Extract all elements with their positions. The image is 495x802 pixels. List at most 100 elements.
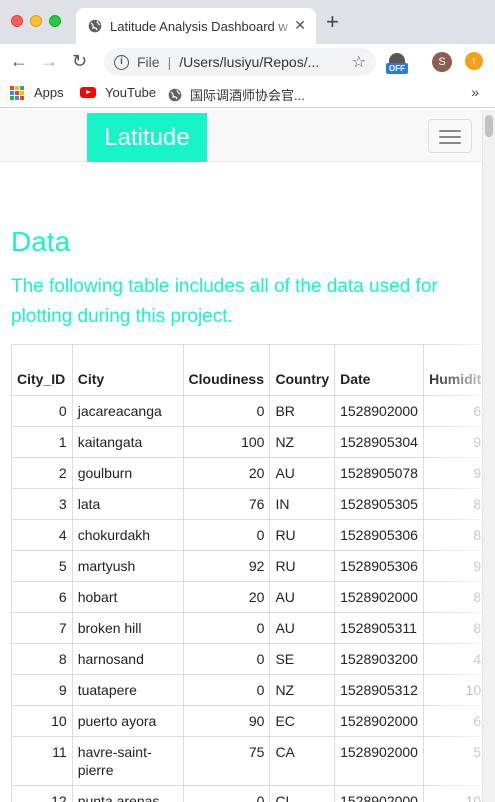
cell-date: 1528905306: [334, 550, 425, 582]
cell-country: SE: [269, 643, 336, 675]
site-navbar: Latitude: [0, 110, 482, 162]
youtube-icon: [80, 87, 96, 98]
back-arrow-icon[interactable]: ←: [10, 51, 28, 71]
table-row: 12 punta arenas 0 CL 1528902000 100: [11, 785, 495, 802]
cell-city: goulburn: [71, 457, 184, 489]
cell-city-id: 10: [11, 705, 73, 737]
table-row: 8harnosand0SE152890320044: [11, 643, 495, 675]
globe-icon: [168, 88, 182, 101]
address-scheme: File: [137, 54, 160, 70]
vertical-scrollbar[interactable]: [482, 110, 495, 802]
maximize-window-button[interactable]: [49, 15, 61, 27]
address-bar[interactable]: i File | /Users/lusiyu/Repos/... ☆: [104, 48, 376, 76]
close-tab-icon[interactable]: ✕: [294, 17, 306, 34]
hamburger-bar: [439, 136, 461, 138]
cell-city-id: 3: [11, 488, 73, 520]
cell-date: 1528905312: [334, 674, 425, 706]
bookmark-apps[interactable]: Apps: [10, 85, 64, 100]
cell-date: 1528903200: [334, 643, 425, 675]
bookmarks-overflow-icon[interactable]: »: [471, 84, 479, 100]
forward-arrow-icon[interactable]: →: [40, 51, 58, 71]
brand-logo[interactable]: Latitude: [87, 113, 207, 162]
data-table: City_ID City Cloudiness Country Date Hum…: [11, 344, 495, 802]
cell-date: 1528905306: [334, 519, 425, 551]
cell-date: 1528902000: [334, 705, 425, 737]
cell-country: AU: [269, 457, 336, 489]
cell-city-id: 8: [11, 643, 73, 675]
table-body: 0jacareacanga0BR1528902000621kaitangata1…: [11, 395, 495, 802]
cell-cloudiness: 0: [182, 612, 271, 644]
cell-cloudiness: 90: [182, 705, 271, 737]
bookmark-label: Apps: [34, 85, 64, 100]
column-header-date: Date: [334, 344, 425, 396]
table-row: 0jacareacanga0BR152890200062: [11, 395, 495, 427]
column-header-country: Country: [269, 344, 336, 396]
cell-cloudiness: 0: [182, 519, 271, 551]
bookmark-bartender-association[interactable]: 国际调酒师协会官...: [168, 85, 305, 104]
column-header-city: City: [71, 344, 184, 396]
page-viewport: Latitude Data The following table includ…: [0, 110, 495, 802]
minimize-window-button[interactable]: [30, 15, 42, 27]
reload-icon[interactable]: ↻: [72, 51, 87, 71]
cell-country: CL: [269, 785, 336, 802]
cell-country: AU: [269, 612, 336, 644]
cell-date: 1528902000: [334, 736, 425, 786]
table-row: 4chokurdakh0RU152890530688: [11, 519, 495, 551]
cell-city: kaitangata: [71, 426, 184, 458]
tab-title: Latitude Analysis Dashboard w: [110, 18, 288, 34]
bookmark-youtube[interactable]: YouTube: [80, 85, 156, 100]
cell-cloudiness: 92: [182, 550, 271, 582]
close-window-button[interactable]: [11, 15, 23, 27]
cell-city: broken hill: [71, 612, 184, 644]
cell-city-id: 9: [11, 674, 73, 706]
address-url: /Users/lusiyu/Repos/...: [179, 54, 320, 70]
cell-cloudiness: 20: [182, 581, 271, 613]
cell-city-id: 7: [11, 612, 73, 644]
menu-toggle-button[interactable]: [428, 119, 472, 153]
cell-country: NZ: [269, 674, 336, 706]
cell-date: 1528902000: [334, 395, 425, 427]
cell-cloudiness: 75: [182, 736, 271, 786]
cell-country: IN: [269, 488, 336, 520]
profile-avatar[interactable]: S: [432, 52, 452, 72]
cell-city-id: 4: [11, 519, 73, 551]
cell-date: 1528902000: [334, 785, 425, 802]
hamburger-bar: [439, 142, 461, 144]
cell-city-id: 2: [11, 457, 73, 489]
cell-city: hobart: [71, 581, 184, 613]
apps-grid-icon: [10, 85, 24, 100]
cell-country: AU: [269, 581, 336, 613]
bookmark-star-icon[interactable]: ☆: [352, 52, 366, 72]
cell-cloudiness: 0: [182, 643, 271, 675]
cell-cloudiness: 20: [182, 457, 271, 489]
cell-country: NZ: [269, 426, 336, 458]
scrollbar-thumb[interactable]: [485, 115, 493, 137]
cell-city: puerto ayora: [71, 705, 184, 737]
cell-city-id: 6: [11, 581, 73, 613]
cell-cloudiness: 0: [182, 674, 271, 706]
browser-tab[interactable]: Latitude Analysis Dashboard w ✕: [76, 8, 316, 44]
cell-city: tuatapere: [71, 674, 184, 706]
cell-city-id: 12: [11, 785, 73, 802]
extension-button[interactable]: OFF: [386, 53, 408, 75]
cell-city-id: 0: [11, 395, 73, 427]
table-row: 9 tuatapere 0 NZ 1528905312 100: [11, 674, 495, 706]
bookmark-label: 国际调酒师协会官...: [190, 88, 305, 103]
update-arrow-icon[interactable]: ↑: [465, 52, 483, 70]
cell-country: EC: [269, 705, 336, 737]
cell-city: jacareacanga: [71, 395, 184, 427]
cell-country: CA: [269, 736, 336, 786]
cell-cloudiness: 76: [182, 488, 271, 520]
browser-tab-strip: Latitude Analysis Dashboard w ✕ +: [0, 0, 495, 44]
bookmarks-bar: Apps YouTube 国际调酒师协会官... »: [0, 80, 495, 108]
info-icon[interactable]: i: [114, 54, 129, 70]
table-row: 5martyush92RU152890530694: [11, 550, 495, 582]
cell-city: lata: [71, 488, 184, 520]
cell-date: 1528905304: [334, 426, 425, 458]
cell-country: RU: [269, 550, 336, 582]
cell-city: havre-saint-pierre: [71, 736, 184, 786]
table-row: 11havre-saint-pierre75CA152890200058: [11, 736, 495, 786]
cell-city: punta arenas: [71, 785, 184, 802]
new-tab-button[interactable]: +: [326, 11, 339, 33]
hamburger-bar: [439, 130, 461, 132]
